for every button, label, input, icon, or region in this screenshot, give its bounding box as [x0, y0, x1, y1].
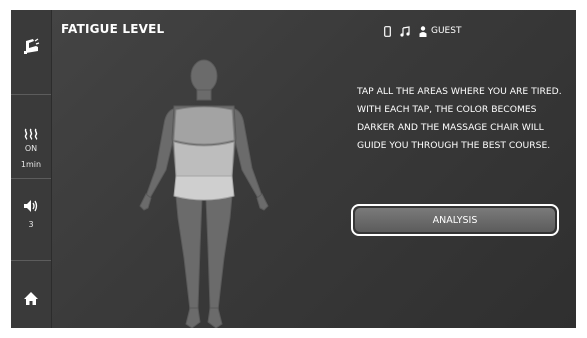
person-icon — [419, 25, 427, 37]
body-region-head[interactable] — [190, 59, 218, 93]
body-region-lower-back[interactable] — [173, 141, 235, 177]
heat-waves-icon — [24, 128, 38, 140]
body-region-right-hand[interactable] — [256, 193, 269, 211]
volume-level-label: 3 — [28, 220, 34, 229]
heat-state-label: ON — [24, 144, 38, 153]
volume-button[interactable]: 3 — [11, 198, 51, 230]
body-region-upper-back[interactable] — [173, 106, 235, 145]
body-region-left-leg[interactable] — [175, 195, 203, 311]
analysis-button[interactable]: ANALYSIS — [351, 204, 559, 236]
home-button[interactable] — [11, 291, 51, 310]
home-icon — [24, 292, 38, 305]
body-region-left-foot[interactable] — [185, 307, 201, 328]
user-label: GUEST — [431, 26, 462, 36]
massage-chair-icon — [24, 38, 40, 54]
body-map — [139, 59, 269, 328]
heat-duration-label: 1min — [20, 160, 42, 169]
sidebar-divider — [11, 260, 51, 261]
body-region-left-hand[interactable] — [139, 193, 152, 211]
heat-toggle-button[interactable]: ON 1min — [11, 125, 51, 170]
phone-icon — [384, 25, 391, 37]
page-title: FATIGUE LEVEL — [61, 22, 165, 36]
massage-chair-button[interactable] — [11, 38, 51, 60]
body-region-left-arm[interactable] — [145, 107, 177, 199]
sidebar: ON 1min 3 — [11, 10, 52, 328]
body-region-right-foot[interactable] — [207, 307, 223, 328]
speaker-icon — [24, 200, 38, 212]
body-region-right-arm[interactable] — [231, 107, 263, 199]
analysis-button-label: ANALYSIS — [355, 208, 555, 232]
status-bar: GUEST — [384, 24, 461, 38]
music-note-icon — [400, 25, 410, 37]
body-region-neck[interactable] — [196, 89, 212, 101]
sidebar-divider — [11, 94, 51, 95]
sidebar-divider — [11, 178, 51, 179]
body-region-hips[interactable] — [173, 175, 235, 201]
app-screen: ON 1min 3 FATIGUE LEVEL GUEST TAP ALL TH… — [11, 10, 576, 328]
instruction-text: TAP ALL THE AREAS WHERE YOU ARE TIRED. W… — [357, 86, 562, 151]
body-region-right-leg[interactable] — [205, 195, 233, 311]
